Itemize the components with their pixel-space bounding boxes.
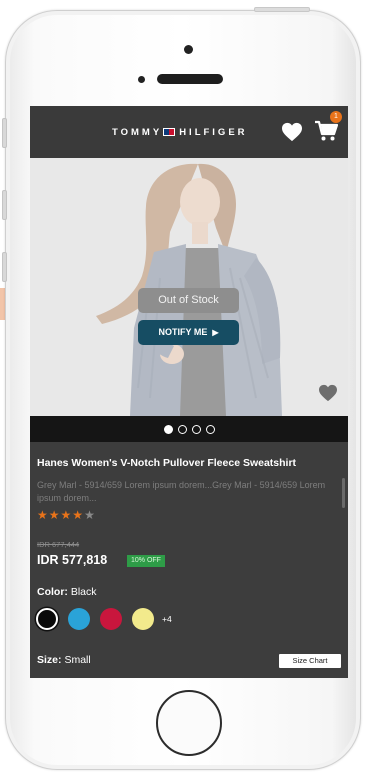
color-value: Black [70, 586, 97, 598]
original-price: IDR 677,444 [37, 540, 80, 549]
cart-count-badge: 1 [330, 111, 342, 123]
discount-badge: 10% OFF [127, 555, 165, 567]
product-image-carousel[interactable]: Out of Stock NOTIFY ME ▶ [30, 158, 348, 416]
carousel-dot[interactable] [177, 424, 187, 434]
product-description: Grey Marl - 5914/659 Lorem ipsum dorem..… [37, 480, 326, 503]
volume-down-button [2, 252, 7, 282]
more-colors-count[interactable]: +4 [162, 614, 172, 624]
color-swatch[interactable] [68, 608, 90, 630]
size-value: Small [64, 654, 91, 666]
carousel-dot[interactable] [163, 424, 173, 434]
color-swatches: +4 [36, 608, 172, 630]
carousel-dot[interactable] [191, 424, 201, 434]
size-chart-button[interactable]: Size Chart [279, 654, 341, 668]
wishlist-heart-icon[interactable] [281, 122, 303, 142]
front-camera [184, 45, 193, 54]
mute-switch [2, 118, 7, 148]
carousel-dot[interactable] [205, 424, 215, 434]
flag-icon [163, 128, 176, 136]
brand-logo[interactable]: TOMMY HILFIGER [112, 125, 248, 139]
color-swatch[interactable] [36, 608, 58, 630]
color-swatch[interactable] [100, 608, 122, 630]
star-icon: ★ [48, 508, 60, 522]
star-icon: ★ [84, 508, 95, 522]
product-details: Hanes Women's V-Notch Pullover Fleece Sw… [30, 442, 348, 678]
product-title: Hanes Women's V-Notch Pullover Fleece Sw… [37, 457, 297, 469]
favorite-heart-icon[interactable] [318, 384, 338, 402]
image-dim-overlay [30, 158, 348, 416]
chevron-right-icon: ▶ [212, 328, 219, 337]
star-icon: ★ [72, 508, 84, 522]
earpiece-speaker [157, 74, 223, 84]
current-price: IDR 577,818 [37, 553, 108, 567]
star-icon: ★ [37, 508, 48, 522]
brand-name-left: TOMMY [112, 126, 163, 138]
cart-icon[interactable] [314, 120, 338, 142]
brand-name-right: HILFIGER [179, 126, 248, 138]
size-label: Size: [37, 654, 62, 666]
star-icon: ★ [60, 508, 72, 522]
home-button[interactable] [156, 690, 222, 756]
size-selection-label: Size: Small [37, 654, 91, 666]
notify-me-label: NOTIFY ME [158, 327, 208, 337]
color-selection-label: Color: Black [37, 586, 97, 598]
carousel-indicator [30, 416, 348, 442]
color-swatch[interactable] [132, 608, 154, 630]
notify-me-button[interactable]: NOTIFY ME ▶ [138, 320, 239, 345]
out-of-stock-label: Out of Stock [138, 288, 239, 313]
proximity-sensor [138, 76, 145, 83]
app-header: TOMMY HILFIGER 1 [30, 106, 348, 158]
color-label: Color: [37, 586, 68, 598]
volume-up-button [2, 190, 7, 220]
power-button [254, 7, 310, 12]
rating-stars: ★ ★ ★ ★ ★ [37, 509, 95, 521]
phone-screen: TOMMY HILFIGER 1 Out of Stock NOTIFY ME … [30, 106, 348, 678]
description-scrollbar[interactable] [342, 478, 345, 508]
